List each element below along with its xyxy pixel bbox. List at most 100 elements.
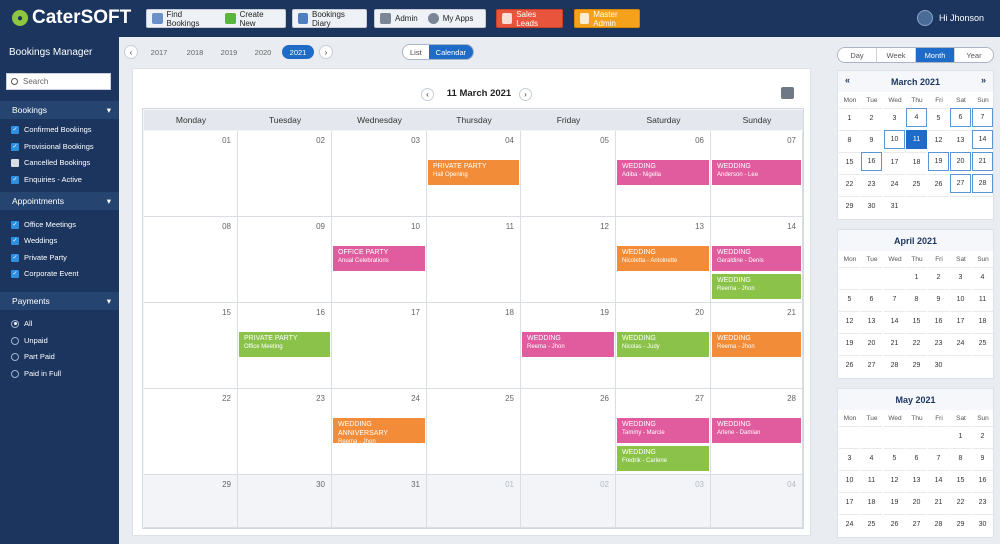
mini-day[interactable]: 29 bbox=[950, 514, 971, 533]
year-2017[interactable]: 2017 bbox=[143, 45, 175, 59]
my-apps-button[interactable]: My Apps bbox=[423, 10, 479, 27]
booking-event[interactable]: WEDDING Geraldine - Denis bbox=[712, 246, 801, 271]
mini-day[interactable]: 6 bbox=[861, 289, 882, 308]
day-cell[interactable]: 04 bbox=[711, 475, 803, 528]
booking-event[interactable]: WEDDING Fredrik - Carlene bbox=[617, 446, 709, 471]
checkbox-unchecked[interactable] bbox=[11, 158, 19, 167]
bookings-diary-button[interactable]: Bookings Diary bbox=[292, 9, 367, 28]
checkbox-checked[interactable]: ✓ bbox=[11, 175, 19, 184]
year-2019[interactable]: 2019 bbox=[213, 45, 245, 59]
mini-day[interactable]: 20 bbox=[861, 333, 882, 352]
day-cell[interactable]: 12 bbox=[521, 217, 616, 303]
calendar-view-button[interactable]: Calendar bbox=[428, 45, 474, 59]
year-view-button[interactable]: Year bbox=[955, 48, 993, 62]
mini-day[interactable]: 6 bbox=[950, 108, 971, 127]
admin-button[interactable]: Admin bbox=[375, 10, 423, 27]
mini-day[interactable]: 20 bbox=[950, 152, 971, 171]
day-cell[interactable]: 30 bbox=[238, 475, 332, 528]
master-admin-button[interactable]: Master Admin bbox=[574, 9, 640, 28]
mini-day[interactable]: 21 bbox=[972, 152, 993, 171]
create-new-button[interactable]: Create New bbox=[220, 10, 285, 28]
mini-day[interactable]: 1 bbox=[839, 108, 860, 127]
mini-day[interactable]: 16 bbox=[928, 311, 949, 330]
mini-day[interactable]: 27 bbox=[861, 355, 882, 374]
mini-day[interactable]: 29 bbox=[906, 355, 927, 374]
payment-unpaid[interactable]: Unpaid bbox=[11, 336, 48, 345]
day-cell[interactable]: 23 bbox=[238, 389, 332, 475]
mini-day[interactable]: 27 bbox=[906, 514, 927, 533]
mini-day[interactable]: 25 bbox=[906, 174, 927, 193]
mini-day[interactable]: 15 bbox=[839, 152, 860, 171]
mini-day[interactable]: 22 bbox=[950, 492, 971, 511]
filter-confirmed-bookings[interactable]: ✓ Confirmed Bookings bbox=[11, 125, 92, 134]
year-2018[interactable]: 2018 bbox=[179, 45, 211, 59]
checkbox-checked[interactable]: ✓ bbox=[11, 253, 19, 262]
year-2020[interactable]: 2020 bbox=[247, 45, 279, 59]
day-cell[interactable]: 08 bbox=[144, 217, 238, 303]
mini-day[interactable]: 29 bbox=[839, 196, 860, 215]
checkbox-checked[interactable]: ✓ bbox=[11, 236, 19, 245]
mini-day[interactable]: 19 bbox=[839, 333, 860, 352]
mini-day[interactable]: 30 bbox=[861, 196, 882, 215]
filter-weddings[interactable]: ✓ Weddings bbox=[11, 236, 57, 245]
booking-event[interactable]: WEDDING Arlene - Damian bbox=[712, 418, 801, 443]
mini-day[interactable]: 10 bbox=[884, 130, 905, 149]
mini-day[interactable]: 8 bbox=[839, 130, 860, 149]
month-view-button[interactable]: Month bbox=[916, 48, 955, 62]
payment-all[interactable]: All bbox=[11, 319, 32, 328]
booking-event[interactable]: PRIVATE PARTY Hall Opening bbox=[428, 160, 519, 185]
mini-day[interactable]: 14 bbox=[884, 311, 905, 330]
mini-day[interactable]: 23 bbox=[972, 492, 993, 511]
day-cell[interactable]: 26 bbox=[521, 389, 616, 475]
month-next-button[interactable]: › bbox=[519, 88, 532, 101]
mini-day[interactable]: 12 bbox=[839, 311, 860, 330]
mini-day[interactable]: 20 bbox=[906, 492, 927, 511]
filter-private-party[interactable]: ✓ Private Party bbox=[11, 253, 67, 262]
mini-day[interactable]: 7 bbox=[884, 289, 905, 308]
mini-day[interactable]: 10 bbox=[950, 289, 971, 308]
mini-day[interactable]: 4 bbox=[906, 108, 927, 127]
mini-day[interactable]: 30 bbox=[928, 355, 949, 374]
payment-part-paid[interactable]: Part Paid bbox=[11, 352, 55, 361]
mini-day[interactable]: 9 bbox=[928, 289, 949, 308]
filter-enquiries-active[interactable]: ✓ Enquiries - Active bbox=[11, 175, 82, 184]
mini-day[interactable]: 18 bbox=[861, 492, 882, 511]
day-cell[interactable]: 02 bbox=[521, 475, 616, 528]
mini-day[interactable]: 4 bbox=[861, 448, 882, 467]
mini-day[interactable]: 5 bbox=[839, 289, 860, 308]
booking-event[interactable]: WEDDING Reema - Jhon bbox=[712, 332, 801, 357]
mini-day[interactable]: 7 bbox=[928, 448, 949, 467]
mini-day[interactable]: 11 bbox=[906, 130, 927, 149]
booking-event[interactable]: WEDDING Anderson - Lee bbox=[712, 160, 801, 185]
mini-day[interactable]: 11 bbox=[972, 289, 993, 308]
mini-day[interactable]: 15 bbox=[950, 470, 971, 489]
checkbox-checked[interactable]: ✓ bbox=[11, 142, 19, 151]
mini-day[interactable]: 22 bbox=[839, 174, 860, 193]
mini-day[interactable]: 30 bbox=[972, 514, 993, 533]
mini-day[interactable]: 8 bbox=[950, 448, 971, 467]
booking-event[interactable]: WEDDING Reema - Jhon bbox=[712, 274, 801, 299]
mini-day[interactable]: 22 bbox=[906, 333, 927, 352]
mini-day[interactable]: 25 bbox=[861, 514, 882, 533]
mini-day[interactable]: 3 bbox=[839, 448, 860, 467]
day-cell[interactable]: 09 bbox=[238, 217, 332, 303]
mini-day[interactable]: 21 bbox=[884, 333, 905, 352]
mini-day[interactable]: 8 bbox=[906, 289, 927, 308]
mini-day[interactable]: 25 bbox=[972, 333, 993, 352]
mini-day[interactable]: 28 bbox=[928, 514, 949, 533]
mini-day[interactable]: 12 bbox=[928, 130, 949, 149]
mini-day[interactable]: 5 bbox=[928, 108, 949, 127]
booking-event[interactable]: WEDDING Reema - Jhon bbox=[522, 332, 614, 357]
mini-day[interactable]: 14 bbox=[928, 470, 949, 489]
day-cell[interactable]: 03 bbox=[332, 131, 427, 217]
mini-day[interactable]: 26 bbox=[928, 174, 949, 193]
booking-event[interactable]: WEDDING Tammy - Marcie bbox=[617, 418, 709, 443]
mini-day[interactable]: 1 bbox=[906, 267, 927, 286]
payments-section-header[interactable]: Payments ▾ bbox=[0, 292, 119, 310]
day-cell[interactable]: 11 bbox=[427, 217, 521, 303]
filter-cancelled-bookings[interactable]: Cancelled Bookings bbox=[11, 158, 90, 167]
day-cell[interactable]: 01 bbox=[144, 131, 238, 217]
appointments-section-header[interactable]: Appointments ▾ bbox=[0, 192, 119, 210]
mini-day[interactable]: 7 bbox=[972, 108, 993, 127]
booking-event[interactable]: WEDDING Nicolas - Judy bbox=[617, 332, 709, 357]
